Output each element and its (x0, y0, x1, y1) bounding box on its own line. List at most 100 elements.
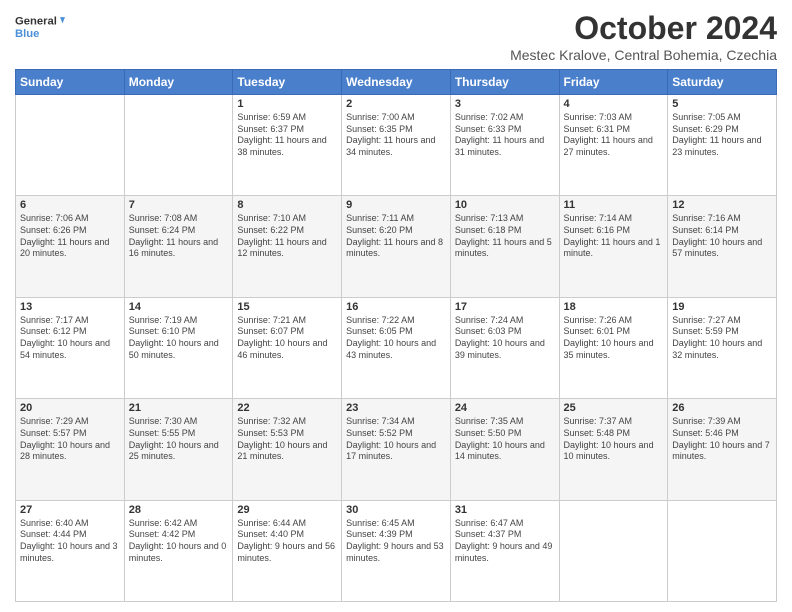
day-number: 24 (455, 402, 555, 414)
calendar-day-cell: 22 Sunrise: 7:32 AMSunset: 5:53 PMDayligh… (233, 399, 342, 500)
calendar-day-cell: 16 Sunrise: 7:22 AMSunset: 6:05 PMDayligh… (342, 297, 451, 398)
day-info: Sunrise: 7:32 AMSunset: 5:53 PMDaylight:… (237, 416, 337, 463)
calendar-day-cell: 17Sunrise: 7:24 AMSunset: 6:03 PMDayligh… (450, 297, 559, 398)
day-number: 1 (237, 98, 337, 110)
calendar-weekday-saturday: Saturday (668, 70, 777, 95)
day-number: 15 (237, 301, 337, 313)
calendar-table: SundayMondayTuesdayWednesdayThursdayFrid… (15, 69, 777, 602)
calendar-weekday-monday: Monday (124, 70, 233, 95)
day-info: Sunrise: 6:45 AMSunset: 4:39 PMDaylight:… (346, 518, 446, 565)
calendar-week-row: 1 Sunrise: 6:59 AMSunset: 6:37 PMDaylight… (16, 95, 777, 196)
day-number: 6 (20, 199, 120, 211)
day-info: Sunrise: 6:42 AMSunset: 4:42 PMDaylight:… (129, 518, 229, 565)
day-number: 18 (564, 301, 664, 313)
day-info: Sunrise: 7:22 AMSunset: 6:05 PMDaylight:… (346, 315, 446, 362)
day-info: Sunrise: 7:39 AMSunset: 5:46 PMDaylight:… (672, 416, 772, 463)
calendar-day-cell: 29 Sunrise: 6:44 AMSunset: 4:40 PMDayligh… (233, 500, 342, 601)
day-info: Sunrise: 7:27 AMSunset: 5:59 PMDaylight:… (672, 315, 772, 362)
calendar-weekday-tuesday: Tuesday (233, 70, 342, 95)
logo: General Blue (15, 10, 65, 46)
day-info: Sunrise: 7:37 AMSunset: 5:48 PMDaylight:… (564, 416, 664, 463)
calendar-empty-cell (559, 500, 668, 601)
day-info: Sunrise: 7:10 AMSunset: 6:22 PMDaylight:… (237, 213, 337, 260)
calendar-week-row: 20Sunrise: 7:29 AMSunset: 5:57 PMDayligh… (16, 399, 777, 500)
calendar-day-cell: 8 Sunrise: 7:10 AMSunset: 6:22 PMDaylight… (233, 196, 342, 297)
day-info: Sunrise: 7:03 AMSunset: 6:31 PMDaylight:… (564, 112, 664, 159)
calendar-day-cell: 6 Sunrise: 7:06 AMSunset: 6:26 PMDaylight… (16, 196, 125, 297)
day-number: 23 (346, 402, 446, 414)
location: Mestec Kralove, Central Bohemia, Czechia (510, 47, 777, 63)
day-number: 8 (237, 199, 337, 211)
day-info: Sunrise: 6:59 AMSunset: 6:37 PMDaylight:… (237, 112, 337, 159)
day-info: Sunrise: 7:29 AMSunset: 5:57 PMDaylight:… (20, 416, 120, 463)
calendar-weekday-friday: Friday (559, 70, 668, 95)
day-number: 4 (564, 98, 664, 110)
svg-text:General: General (15, 16, 57, 28)
calendar-day-cell: 18 Sunrise: 7:26 AMSunset: 6:01 PMDayligh… (559, 297, 668, 398)
day-info: Sunrise: 7:21 AMSunset: 6:07 PMDaylight:… (237, 315, 337, 362)
day-number: 27 (20, 504, 120, 516)
header: General Blue October 2024 Mestec Kralove… (15, 10, 777, 63)
calendar-day-cell: 3Sunrise: 7:02 AMSunset: 6:33 PMDaylight… (450, 95, 559, 196)
day-number: 30 (346, 504, 446, 516)
day-number: 21 (129, 402, 229, 414)
day-info: Sunrise: 7:35 AMSunset: 5:50 PMDaylight:… (455, 416, 555, 463)
calendar-day-cell: 5Sunrise: 7:05 AMSunset: 6:29 PMDaylight… (668, 95, 777, 196)
calendar-day-cell: 11Sunrise: 7:14 AMSunset: 6:16 PMDayligh… (559, 196, 668, 297)
day-number: 22 (237, 402, 337, 414)
calendar-day-cell: 9 Sunrise: 7:11 AMSunset: 6:20 PMDaylight… (342, 196, 451, 297)
calendar-day-cell: 25 Sunrise: 7:37 AMSunset: 5:48 PMDayligh… (559, 399, 668, 500)
day-number: 25 (564, 402, 664, 414)
day-info: Sunrise: 7:00 AMSunset: 6:35 PMDaylight:… (346, 112, 446, 159)
day-number: 19 (672, 301, 772, 313)
day-info: Sunrise: 6:44 AMSunset: 4:40 PMDaylight:… (237, 518, 337, 565)
day-number: 5 (672, 98, 772, 110)
day-number: 16 (346, 301, 446, 313)
day-number: 29 (237, 504, 337, 516)
day-info: Sunrise: 6:40 AMSunset: 4:44 PMDaylight:… (20, 518, 120, 565)
day-number: 31 (455, 504, 555, 516)
day-number: 2 (346, 98, 446, 110)
day-info: Sunrise: 7:16 AMSunset: 6:14 PMDaylight:… (672, 213, 772, 260)
page: General Blue October 2024 Mestec Kralove… (0, 0, 792, 612)
calendar-empty-cell (124, 95, 233, 196)
day-info: Sunrise: 7:06 AMSunset: 6:26 PMDaylight:… (20, 213, 120, 260)
calendar-day-cell: 20Sunrise: 7:29 AMSunset: 5:57 PMDayligh… (16, 399, 125, 500)
calendar-day-cell: 1 Sunrise: 6:59 AMSunset: 6:37 PMDaylight… (233, 95, 342, 196)
calendar-day-cell: 27 Sunrise: 6:40 AMSunset: 4:44 PMDayligh… (16, 500, 125, 601)
calendar-week-row: 13Sunrise: 7:17 AMSunset: 6:12 PMDayligh… (16, 297, 777, 398)
day-info: Sunrise: 7:11 AMSunset: 6:20 PMDaylight:… (346, 213, 446, 260)
day-info: Sunrise: 7:30 AMSunset: 5:55 PMDaylight:… (129, 416, 229, 463)
calendar-header-row: SundayMondayTuesdayWednesdayThursdayFrid… (16, 70, 777, 95)
day-info: Sunrise: 7:24 AMSunset: 6:03 PMDaylight:… (455, 315, 555, 362)
calendar-day-cell: 24 Sunrise: 7:35 AMSunset: 5:50 PMDayligh… (450, 399, 559, 500)
calendar-day-cell: 28Sunrise: 6:42 AMSunset: 4:42 PMDayligh… (124, 500, 233, 601)
calendar-day-cell: 13Sunrise: 7:17 AMSunset: 6:12 PMDayligh… (16, 297, 125, 398)
day-number: 11 (564, 199, 664, 211)
calendar-week-row: 27 Sunrise: 6:40 AMSunset: 4:44 PMDayligh… (16, 500, 777, 601)
calendar-day-cell: 10 Sunrise: 7:13 AMSunset: 6:18 PMDayligh… (450, 196, 559, 297)
calendar-day-cell: 12 Sunrise: 7:16 AMSunset: 6:14 PMDayligh… (668, 196, 777, 297)
calendar-empty-cell (668, 500, 777, 601)
day-number: 26 (672, 402, 772, 414)
calendar-day-cell: 2 Sunrise: 7:00 AMSunset: 6:35 PMDaylight… (342, 95, 451, 196)
day-number: 7 (129, 199, 229, 211)
day-number: 3 (455, 98, 555, 110)
day-info: Sunrise: 7:08 AMSunset: 6:24 PMDaylight:… (129, 213, 229, 260)
day-info: Sunrise: 7:13 AMSunset: 6:18 PMDaylight:… (455, 213, 555, 260)
calendar-day-cell: 7 Sunrise: 7:08 AMSunset: 6:24 PMDaylight… (124, 196, 233, 297)
day-number: 10 (455, 199, 555, 211)
day-number: 12 (672, 199, 772, 211)
calendar-day-cell: 26 Sunrise: 7:39 AMSunset: 5:46 PMDayligh… (668, 399, 777, 500)
day-number: 13 (20, 301, 120, 313)
calendar-week-row: 6 Sunrise: 7:06 AMSunset: 6:26 PMDaylight… (16, 196, 777, 297)
calendar-day-cell: 30 Sunrise: 6:45 AMSunset: 4:39 PMDayligh… (342, 500, 451, 601)
calendar-weekday-wednesday: Wednesday (342, 70, 451, 95)
day-info: Sunrise: 7:19 AMSunset: 6:10 PMDaylight:… (129, 315, 229, 362)
calendar-day-cell: 14Sunrise: 7:19 AMSunset: 6:10 PMDayligh… (124, 297, 233, 398)
calendar-day-cell: 31Sunrise: 6:47 AMSunset: 4:37 PMDayligh… (450, 500, 559, 601)
day-number: 9 (346, 199, 446, 211)
svg-text:Blue: Blue (15, 28, 39, 40)
calendar-day-cell: 21 Sunrise: 7:30 AMSunset: 5:55 PMDayligh… (124, 399, 233, 500)
day-info: Sunrise: 7:26 AMSunset: 6:01 PMDaylight:… (564, 315, 664, 362)
